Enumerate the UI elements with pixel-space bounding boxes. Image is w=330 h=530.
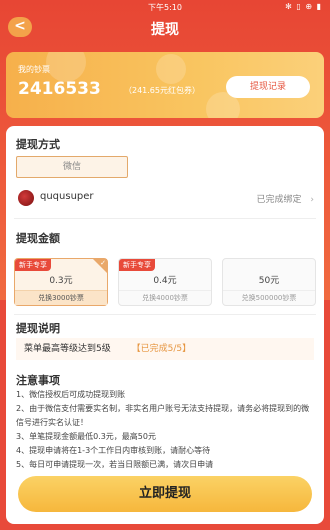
avatar (18, 190, 34, 206)
balance-note: （241.65元红包券） (124, 86, 200, 95)
notes-list: 1、微信授权后可成功提现到账 2、由于微信支付需要实名制，非实名用户账号无法支持… (16, 388, 316, 472)
status-time: 下午5:10 (148, 3, 182, 12)
amount-option[interactable]: 新手专享 0.4元 兑换4000钞票 (118, 258, 212, 306)
balance-label: 我的钞票 (18, 65, 50, 74)
withdraw-button[interactable]: 立即提现 (18, 476, 312, 512)
option-exchange: 兑换3000钞票 (15, 290, 107, 305)
withdraw-method-title: 提现方式 (16, 138, 60, 151)
requirement-status: 【已完成5/5】 (131, 344, 192, 354)
option-amount: 50元 (258, 276, 280, 286)
option-exchange: 兑换4000钞票 (119, 290, 211, 305)
withdraw-amount-title: 提现金额 (16, 232, 60, 245)
option-amount: 0.3元 (49, 276, 73, 286)
coin-decoration (156, 54, 186, 84)
requirement-text: 菜单最高等级达到5级 (24, 344, 111, 354)
divider (14, 314, 316, 315)
note-item: 3、单笔提现金额最低0.3元，最高50元 (16, 432, 156, 441)
main-card: 提现方式 微信 ququsuper 已完成绑定 › 提现金额 新手专享 ✓ 0.… (6, 126, 324, 524)
note-item: 5、每日可申请提现一次，若当日限额已满，请次日申请 (16, 460, 214, 469)
bind-status-label: 已完成绑定 (256, 195, 302, 205)
wechat-method-tab[interactable]: 微信 (16, 156, 128, 178)
instructions-box: 菜单最高等级达到5级 【已完成5/5】 (16, 338, 314, 360)
notes-title: 注意事项 (16, 374, 60, 387)
note-item: 1、微信授权后可成功提现到账 (16, 390, 126, 399)
balance-card: 我的钞票 2416533 （241.65元红包券） 提现记录 (6, 52, 324, 118)
withdraw-record-button[interactable]: 提现记录 (226, 76, 310, 98)
username: ququsuper (40, 191, 94, 202)
instructions-title: 提现说明 (16, 322, 60, 335)
note-item: 4、提现申请将在1-3个工作日内审核到账，请耐心等待 (16, 446, 211, 455)
bind-status[interactable]: 已完成绑定 › (257, 192, 315, 205)
note-item: 2、由于微信支付需要实名制，非实名用户账号无法支持提现，请务必将提现到的微信号进… (16, 404, 310, 427)
amount-option[interactable]: 新手专享 ✓ 0.3元 兑换3000钞票 (14, 258, 108, 306)
option-exchange: 兑换500000钞票 (223, 290, 315, 305)
status-icons: ✻ ▯ ⊕ ▮ (285, 2, 322, 11)
coin-decoration (46, 52, 86, 82)
nav-bar: < 提现 (0, 14, 330, 42)
newbie-tag: 新手专享 (119, 259, 155, 271)
amount-option[interactable]: 50元 兑换500000钞票 (222, 258, 316, 306)
page-title: 提现 (151, 22, 179, 38)
divider (14, 218, 316, 219)
status-bar: 下午5:10 ✻ ▯ ⊕ ▮ (0, 0, 330, 14)
check-icon: ✓ (93, 259, 107, 273)
option-amount: 0.4元 (153, 276, 177, 286)
chevron-right-icon: › (310, 195, 314, 205)
newbie-tag: 新手专享 (15, 259, 51, 271)
balance-amount: 2416533 (18, 79, 101, 99)
